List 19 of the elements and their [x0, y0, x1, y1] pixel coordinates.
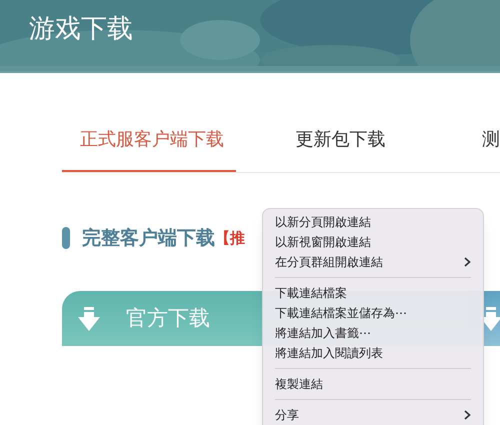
menu-item[interactable]: 分享	[269, 405, 477, 425]
menu-item[interactable]: 複製連結	[269, 374, 477, 394]
download-icon	[78, 306, 100, 330]
tab[interactable]: 正式服客户端下载	[62, 123, 236, 172]
chevron-icon	[464, 257, 471, 267]
tab[interactable]: 更新包下载	[236, 123, 482, 172]
menu-item[interactable]: 下載連結檔案	[269, 283, 477, 303]
menu-item[interactable]: 將連結加入閱讀列表	[269, 343, 477, 363]
menu-item[interactable]: 將連結加入書籤⋯	[269, 323, 477, 343]
menu-item[interactable]: 以新視窗開啟連結	[269, 232, 477, 252]
chevron-icon	[464, 410, 471, 420]
section-title: 完整客户端下载	[82, 226, 215, 251]
recommend-tag: 【推	[215, 226, 245, 250]
accent-bar	[62, 227, 70, 249]
menu-item[interactable]: 在分頁群組開啟連結	[269, 252, 477, 272]
tab[interactable]: 测	[482, 123, 500, 172]
menu-item[interactable]: 以新分頁開啟連結	[269, 212, 477, 232]
page-title: 游戏下载	[29, 13, 133, 46]
menu-item[interactable]: 下載連結檔案並儲存為⋯	[269, 303, 477, 323]
